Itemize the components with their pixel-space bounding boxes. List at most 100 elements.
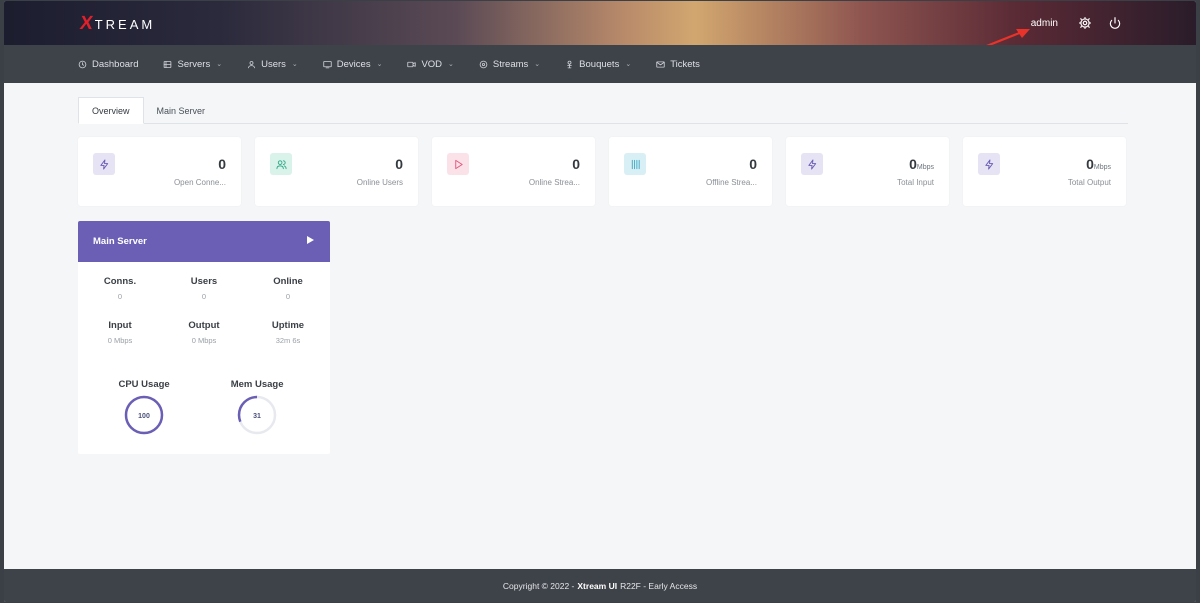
stat-card[interactable]: 0 Online Strea... bbox=[432, 137, 595, 206]
play-icon bbox=[447, 153, 469, 175]
metric-value: 0 Mbps bbox=[107, 336, 133, 345]
server-icon bbox=[163, 60, 172, 69]
usage-label: Mem Usage bbox=[230, 379, 284, 390]
server-panel-header[interactable]: Main Server bbox=[78, 221, 330, 262]
metric-users: Users 0 bbox=[162, 276, 246, 301]
usage-gauge: 31 bbox=[237, 395, 277, 435]
stat-value: 0Mbps bbox=[909, 156, 934, 172]
stat-card[interactable]: 0 Offline Strea... bbox=[609, 137, 772, 206]
stat-label: Open Conne... bbox=[173, 178, 226, 187]
usage-memusage: Mem Usage 31 bbox=[231, 379, 284, 441]
logo-mark: X bbox=[78, 13, 95, 34]
nav-item-bouquets[interactable]: Bouquets ⌄ bbox=[565, 59, 631, 70]
header-actions: admin bbox=[1031, 1, 1122, 45]
target-icon bbox=[479, 60, 488, 69]
chevron-down-icon: ⌄ bbox=[376, 61, 383, 68]
users-icon bbox=[270, 153, 292, 175]
usage-gauge: 100 bbox=[124, 395, 164, 435]
nav-item-label: Streams bbox=[492, 58, 529, 70]
stat-value: 0 bbox=[395, 156, 403, 172]
stat-label: Online Strea... bbox=[528, 178, 580, 187]
stat-card[interactable]: 0 Online Users bbox=[255, 137, 418, 206]
chevron-down-icon: ⌄ bbox=[291, 61, 298, 68]
nav-item-vod[interactable]: VOD ⌄ bbox=[407, 58, 454, 70]
nav-item-label: VOD bbox=[421, 58, 443, 70]
stat-card[interactable]: 0 Open Conne... bbox=[78, 137, 241, 206]
stat-card[interactable]: 0Mbps Total Output bbox=[963, 137, 1126, 206]
metric-value: 32m 6s bbox=[275, 336, 301, 345]
chevron-down-icon: ⌄ bbox=[534, 61, 541, 68]
metric-label: Uptime bbox=[271, 320, 305, 331]
bolt-icon bbox=[93, 153, 115, 175]
stat-label: Online Users bbox=[356, 178, 403, 187]
metric-label: Users bbox=[190, 276, 218, 287]
metric-label: Input bbox=[108, 320, 132, 331]
power-icon[interactable] bbox=[1108, 16, 1122, 30]
logo[interactable]: X TREAM bbox=[78, 13, 156, 34]
footer-version: R22F - Early Access bbox=[620, 580, 698, 591]
nav-item-users[interactable]: Users ⌄ bbox=[247, 59, 298, 70]
metric-conns: Conns. 0 bbox=[78, 276, 162, 301]
metric-label: Online bbox=[273, 276, 303, 287]
footer-brand: Xtream UI bbox=[577, 580, 618, 591]
logo-text: TREAM bbox=[94, 16, 156, 32]
stat-label: Total Input bbox=[897, 178, 934, 187]
stat-number: 0 bbox=[909, 156, 917, 172]
bolt-icon bbox=[801, 153, 823, 175]
stat-label: Total Output bbox=[1067, 178, 1111, 187]
metric-output: Output 0 Mbps bbox=[162, 320, 246, 345]
metric-value: 0 bbox=[201, 292, 207, 301]
monitor-icon bbox=[323, 60, 332, 69]
bouquet-icon bbox=[565, 60, 574, 69]
play-icon[interactable] bbox=[307, 236, 314, 244]
stat-unit: Mbps bbox=[916, 164, 934, 171]
tab-main-server[interactable]: Main Server bbox=[144, 97, 219, 124]
stat-card[interactable]: 0Mbps Total Input bbox=[786, 137, 949, 206]
main-server-panel: Main Server Conns. 0 Users 0 Online 0 Input 0 M… bbox=[78, 221, 330, 454]
nav-item-label: Bouquets bbox=[579, 58, 620, 70]
server-title: Main Server bbox=[93, 236, 147, 247]
nav-item-servers[interactable]: Servers ⌄ bbox=[163, 59, 222, 70]
metric-online: Online 0 bbox=[246, 276, 330, 301]
nav-item-devices[interactable]: Devices ⌄ bbox=[323, 58, 383, 70]
bolt-icon bbox=[978, 153, 1000, 175]
metric-value: 0 bbox=[117, 292, 123, 301]
metric-label: Conns. bbox=[103, 276, 137, 287]
metric-value: 0 bbox=[285, 292, 291, 301]
stat-value: 0 bbox=[218, 156, 226, 172]
stat-unit: Mbps bbox=[1093, 164, 1111, 171]
user-icon bbox=[247, 60, 256, 69]
nav-item-label: Devices bbox=[336, 58, 371, 70]
nav-item-dashboard[interactable]: Dashboard bbox=[78, 59, 138, 70]
nav-item-streams[interactable]: Streams ⌄ bbox=[479, 59, 540, 70]
server-metrics: Conns. 0 Users 0 Online 0 Input 0 Mbps Output 0 M… bbox=[78, 276, 330, 345]
metric-value: 0 Mbps bbox=[191, 336, 217, 345]
stat-number: 0 bbox=[749, 156, 757, 172]
chevron-down-icon: ⌄ bbox=[448, 61, 454, 68]
nav-item-label: Tickets bbox=[670, 58, 700, 70]
stat-cards: 0 Open Conne... 0 Online Users 0 Online Strea… bbox=[78, 137, 1126, 206]
stat-value: 0 bbox=[749, 156, 757, 172]
metric-uptime: Uptime 32m 6s bbox=[246, 320, 330, 345]
stat-label: Offline Strea... bbox=[706, 178, 757, 187]
tab-bar: Overview Main Server bbox=[78, 97, 1128, 124]
nav-item-label: Servers bbox=[177, 58, 211, 70]
stat-number: 0 bbox=[572, 156, 580, 172]
usage-label: CPU Usage bbox=[118, 379, 170, 390]
gear-icon[interactable] bbox=[1078, 16, 1092, 30]
stat-value: 0Mbps bbox=[1086, 156, 1111, 172]
user-menu[interactable]: admin bbox=[1031, 18, 1058, 29]
footer: Copyright © 2022 - Xtream UI R22F - Earl… bbox=[4, 569, 1196, 602]
nav-item-tickets[interactable]: Tickets bbox=[656, 59, 700, 70]
chevron-down-icon: ⌄ bbox=[625, 61, 632, 68]
metric-label: Output bbox=[188, 320, 220, 331]
metric-input: Input 0 Mbps bbox=[78, 320, 162, 345]
stat-number: 0 bbox=[395, 156, 403, 172]
chevron-down-icon: ⌄ bbox=[216, 61, 223, 68]
gauge-value: 31 bbox=[253, 413, 261, 420]
nav-item-label: Dashboard bbox=[92, 58, 139, 70]
nav-item-label: Users bbox=[261, 58, 286, 70]
tab-overview[interactable]: Overview bbox=[78, 97, 144, 124]
stat-number: 0 bbox=[1086, 156, 1094, 172]
clock-icon bbox=[78, 60, 87, 69]
